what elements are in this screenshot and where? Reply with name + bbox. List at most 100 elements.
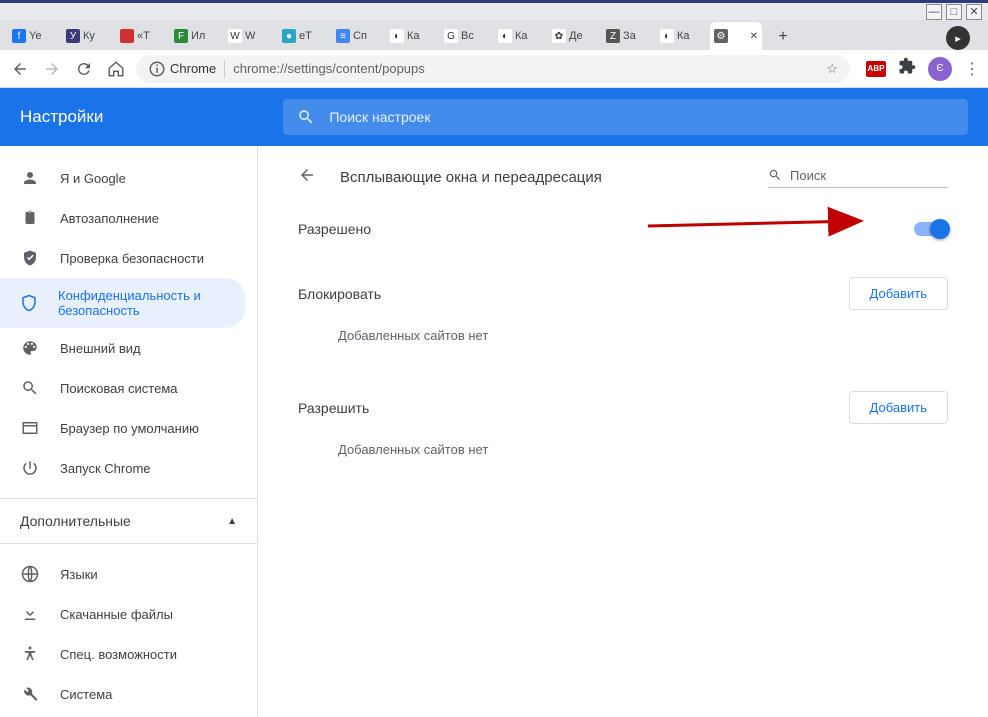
- settings-search[interactable]: Поиск настроек: [283, 99, 968, 135]
- allow-label: Разрешить: [298, 400, 369, 416]
- sidebar-item[interactable]: Автозаполнение: [0, 198, 257, 238]
- home-icon: [107, 60, 125, 78]
- profile-avatar[interactable]: Є: [928, 57, 952, 81]
- settings-main: Я и GoogleАвтозаполнениеПроверка безопас…: [0, 146, 988, 717]
- tab-close-icon[interactable]: ✕: [750, 31, 758, 42]
- tab-label: W: [245, 30, 255, 42]
- wrench-icon: [20, 685, 40, 703]
- sidebar-item[interactable]: Конфиденциальность и безопасность: [0, 278, 245, 328]
- sidebar-item[interactable]: Система: [0, 674, 257, 714]
- tab-label: Ye: [29, 30, 41, 42]
- search-icon: [20, 379, 40, 397]
- settings-header: Настройки Поиск настроек: [0, 88, 988, 146]
- site-chip: Chrome: [148, 60, 225, 78]
- sidebar-item[interactable]: Поисковая система: [0, 368, 257, 408]
- sidebar-advanced-section[interactable]: Дополнительные▲: [0, 498, 257, 544]
- tab-favicon: У: [66, 29, 80, 43]
- abp-extension-icon[interactable]: ABP: [866, 61, 886, 77]
- search-placeholder: Поиск настроек: [329, 109, 430, 125]
- content-header: Всплывающие окна и переадресация Поиск: [298, 166, 948, 189]
- content-search-placeholder: Поиск: [790, 168, 826, 183]
- search-icon: [768, 168, 782, 182]
- tab-label: «Т: [137, 30, 150, 42]
- sidebar-item[interactable]: Браузер по умолчанию: [0, 408, 257, 448]
- allowed-toggle[interactable]: [914, 222, 948, 236]
- browser-tab[interactable]: WW: [224, 22, 276, 50]
- sidebar-item[interactable]: Проверка безопасности: [0, 238, 257, 278]
- tab-label: Ку: [83, 30, 95, 42]
- tab-favicon: ●: [282, 29, 296, 43]
- content-back-button[interactable]: [298, 166, 316, 189]
- sidebar-item-label: Браузер по умолчанию: [60, 421, 199, 436]
- browser-tab[interactable]: fYe: [8, 22, 60, 50]
- browser-tab[interactable]: ZЗа: [602, 22, 654, 50]
- new-tab-button[interactable]: +: [770, 24, 796, 50]
- section-label: Дополнительные: [20, 513, 131, 529]
- browser-tab[interactable]: УКу: [62, 22, 114, 50]
- sidebar-item[interactable]: Запуск Chrome: [0, 448, 257, 488]
- sidebar-item-label: Языки: [60, 567, 98, 582]
- window-close[interactable]: ✕: [966, 4, 982, 20]
- tab-label: Ка: [515, 30, 528, 42]
- chip-label: Chrome: [170, 61, 216, 76]
- browser-tab[interactable]: ✿Де: [548, 22, 600, 50]
- extensions-puzzle-icon[interactable]: [898, 57, 916, 80]
- browser-menu-icon[interactable]: ⋮: [964, 59, 980, 79]
- home-button[interactable]: [104, 57, 128, 81]
- browser-tab[interactable]: ◐Ка: [494, 22, 546, 50]
- cast-icon[interactable]: ▸: [946, 26, 970, 50]
- browser-tab[interactable]: ≡Сп: [332, 22, 384, 50]
- bookmark-star-icon[interactable]: ☆: [826, 61, 838, 77]
- arrow-right-icon: [43, 60, 61, 78]
- sidebar-item[interactable]: Внешний вид: [0, 328, 257, 368]
- window-minimize[interactable]: —: [926, 4, 942, 20]
- tab-label: Ка: [677, 30, 690, 42]
- extensions-row: ABP Є ⋮: [866, 57, 980, 81]
- forward-button[interactable]: [40, 57, 64, 81]
- sidebar-item[interactable]: Я и Google: [0, 158, 257, 198]
- allow-section-header: Разрешить Добавить: [298, 391, 948, 424]
- accessibility-icon: [20, 645, 40, 663]
- allow-add-button[interactable]: Добавить: [849, 391, 948, 424]
- browser-tab[interactable]: GВс: [440, 22, 492, 50]
- block-label: Блокировать: [298, 286, 381, 302]
- tab-favicon: ⚙: [714, 29, 728, 43]
- sidebar-item[interactable]: Спец. возможности: [0, 634, 257, 674]
- tab-favicon: G: [444, 29, 458, 43]
- arrow-left-icon: [298, 166, 316, 184]
- settings-content: Всплывающие окна и переадресация Поиск Р…: [258, 146, 988, 717]
- palette-icon: [20, 339, 40, 357]
- tab-favicon: Z: [606, 29, 620, 43]
- content-search[interactable]: Поиск: [768, 168, 948, 188]
- browser-tab[interactable]: ◐Ка: [386, 22, 438, 50]
- tab-label: Вс: [461, 30, 474, 42]
- tab-favicon: [120, 29, 134, 43]
- browser-tab-active[interactable]: ⚙✕: [710, 22, 762, 50]
- window-maximize[interactable]: □: [946, 4, 962, 20]
- tab-favicon: ◐: [660, 29, 674, 43]
- sidebar-item-label: Система: [60, 687, 112, 702]
- arrow-left-icon: [11, 60, 29, 78]
- browser-tab[interactable]: «Т: [116, 22, 168, 50]
- tab-favicon: ◐: [498, 29, 512, 43]
- browser-tab[interactable]: FИл: [170, 22, 222, 50]
- sidebar-item[interactable]: Языки: [0, 554, 257, 594]
- reload-button[interactable]: [72, 57, 96, 81]
- tab-label: Де: [569, 30, 583, 42]
- tab-favicon: ◐: [390, 29, 404, 43]
- tab-label: Сп: [353, 30, 367, 42]
- reload-icon: [75, 60, 93, 78]
- allowed-label: Разрешено: [298, 221, 371, 237]
- address-bar[interactable]: Chrome chrome://settings/content/popups …: [136, 55, 850, 83]
- browser-tab[interactable]: ◐Ка: [656, 22, 708, 50]
- window-icon: [20, 419, 40, 437]
- sidebar-item[interactable]: Скачанные файлы: [0, 594, 257, 634]
- back-button[interactable]: [8, 57, 32, 81]
- browser-tab[interactable]: ●eT: [278, 22, 330, 50]
- shield-icon: [20, 294, 38, 312]
- window-controls: — □ ✕: [0, 0, 988, 20]
- block-add-button[interactable]: Добавить: [849, 277, 948, 310]
- sidebar-item-label: Внешний вид: [60, 341, 141, 356]
- tab-label: Ка: [407, 30, 420, 42]
- settings-sidebar: Я и GoogleАвтозаполнениеПроверка безопас…: [0, 146, 258, 717]
